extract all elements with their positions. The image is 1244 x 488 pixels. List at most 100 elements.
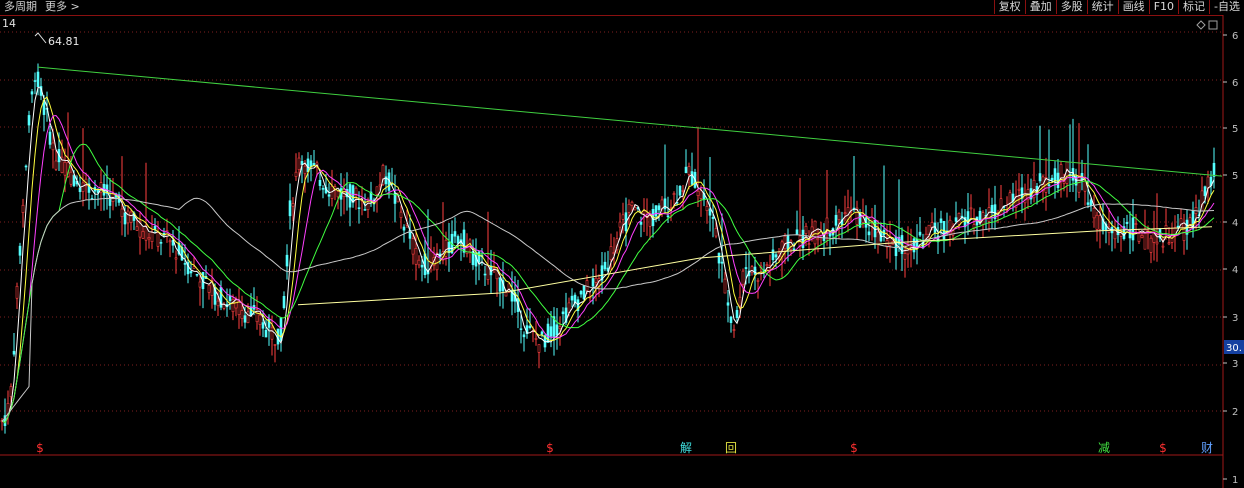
candle[interactable]: [1161, 236, 1165, 254]
candle[interactable]: [87, 176, 91, 210]
candle[interactable]: [678, 185, 682, 199]
candle[interactable]: [1086, 144, 1090, 209]
candle[interactable]: [681, 184, 685, 210]
event-marker[interactable]: 解: [680, 441, 692, 455]
diamond-icon[interactable]: [1196, 20, 1206, 30]
candle[interactable]: [918, 216, 922, 238]
candle[interactable]: [876, 220, 880, 254]
candle[interactable]: [471, 239, 475, 270]
candle[interactable]: [411, 233, 415, 265]
candle[interactable]: [24, 164, 28, 171]
candle[interactable]: [579, 289, 583, 298]
candle[interactable]: [819, 221, 823, 245]
candle[interactable]: [81, 128, 85, 207]
candle[interactable]: [30, 88, 34, 103]
candle[interactable]: [126, 205, 130, 235]
overlay-button[interactable]: 叠加: [1024, 0, 1056, 14]
candle[interactable]: [1134, 213, 1138, 234]
candle[interactable]: [537, 344, 541, 369]
candle[interactable]: [993, 185, 997, 230]
candle[interactable]: [282, 291, 286, 310]
candle[interactable]: [210, 268, 214, 309]
candle[interactable]: [627, 199, 631, 225]
candle[interactable]: [198, 273, 202, 306]
candle[interactable]: [732, 324, 736, 338]
candle[interactable]: [321, 185, 325, 199]
candle[interactable]: [1137, 228, 1141, 245]
candle[interactable]: [555, 308, 559, 350]
candle[interactable]: [807, 230, 811, 256]
candle[interactable]: [522, 331, 526, 352]
scroll-icon[interactable]: [1208, 20, 1218, 30]
candle[interactable]: [228, 288, 232, 310]
fuquan-button[interactable]: 复权: [993, 0, 1025, 14]
candle[interactable]: [960, 208, 964, 221]
candle[interactable]: [747, 251, 751, 284]
candle[interactable]: [279, 317, 283, 352]
candle[interactable]: [270, 315, 274, 356]
candle[interactable]: [423, 237, 427, 279]
candle[interactable]: [399, 205, 403, 229]
candle[interactable]: [258, 311, 262, 336]
candle[interactable]: [96, 187, 100, 206]
candle[interactable]: [1125, 214, 1129, 231]
candle[interactable]: [753, 256, 757, 291]
candle[interactable]: [1023, 183, 1027, 221]
candle[interactable]: [870, 208, 874, 241]
candle[interactable]: [90, 194, 94, 200]
candle[interactable]: [663, 144, 667, 213]
candle[interactable]: [348, 182, 352, 227]
event-marker[interactable]: $: [546, 441, 554, 455]
candle[interactable]: [351, 184, 355, 208]
candle[interactable]: [828, 231, 832, 256]
candle[interactable]: [612, 237, 616, 267]
candle[interactable]: [540, 330, 544, 338]
candle[interactable]: [897, 179, 901, 252]
candle[interactable]: [1020, 174, 1024, 214]
candle[interactable]: [453, 217, 457, 244]
candle[interactable]: [990, 197, 994, 229]
statistics-button[interactable]: 统计: [1086, 0, 1118, 14]
candle[interactable]: [942, 220, 946, 253]
candle[interactable]: [966, 193, 970, 236]
candle[interactable]: [15, 282, 19, 309]
event-marker[interactable]: $: [1159, 441, 1167, 455]
candle[interactable]: [462, 221, 466, 258]
candle[interactable]: [690, 152, 694, 185]
candle[interactable]: [168, 238, 172, 258]
candle[interactable]: [525, 308, 529, 339]
candle[interactable]: [165, 218, 169, 243]
candle[interactable]: [882, 165, 886, 242]
candle[interactable]: [1107, 207, 1111, 246]
candle[interactable]: [231, 294, 235, 321]
candle[interactable]: [1083, 163, 1087, 206]
candle[interactable]: [156, 221, 160, 252]
candle[interactable]: [570, 288, 574, 308]
candle[interactable]: [342, 178, 346, 215]
candle[interactable]: [1029, 178, 1033, 205]
candle[interactable]: [222, 301, 226, 311]
candle[interactable]: [900, 227, 904, 271]
candle[interactable]: [822, 223, 826, 256]
candle[interactable]: [855, 200, 859, 240]
candle[interactable]: [1068, 124, 1072, 193]
candle[interactable]: [447, 222, 451, 272]
candle[interactable]: [474, 238, 478, 285]
candle[interactable]: [417, 255, 421, 269]
candle[interactable]: [825, 170, 829, 246]
candle[interactable]: [1074, 168, 1078, 202]
candle[interactable]: [333, 183, 337, 201]
candle[interactable]: [1191, 201, 1195, 238]
candle[interactable]: [201, 271, 205, 309]
candle[interactable]: [726, 289, 730, 323]
event-marker[interactable]: 减: [1098, 441, 1110, 455]
candle[interactable]: [318, 173, 322, 191]
candle[interactable]: [954, 201, 958, 225]
candle[interactable]: [711, 204, 715, 238]
event-marker[interactable]: $: [36, 441, 44, 455]
candle[interactable]: [969, 194, 973, 218]
mark-button[interactable]: 标记: [1178, 0, 1209, 14]
candle[interactable]: [84, 172, 88, 200]
candle[interactable]: [1077, 123, 1081, 198]
candle[interactable]: [1071, 118, 1075, 192]
